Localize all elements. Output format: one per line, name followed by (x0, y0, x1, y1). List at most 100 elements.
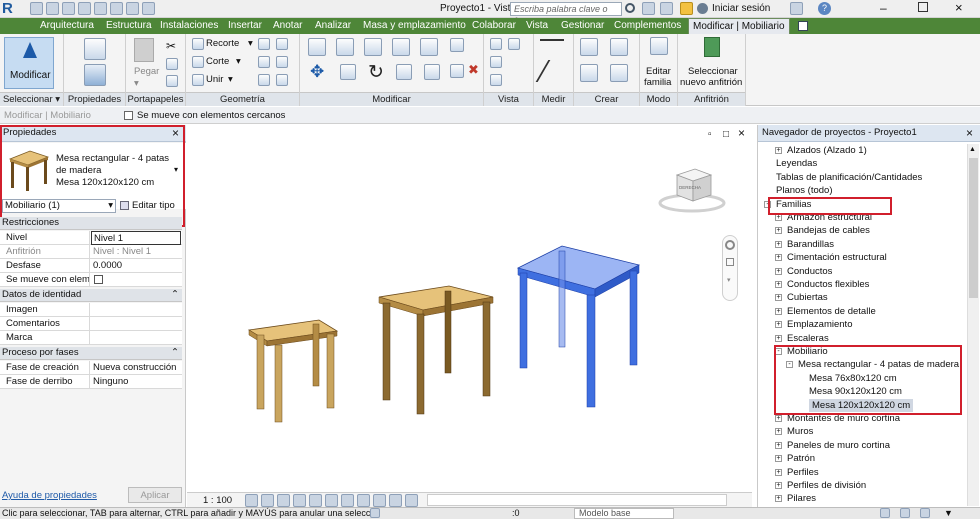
edit-family-label-2[interactable]: familia (644, 77, 671, 88)
browser-item[interactable]: Tablas de planificación/Cantidades (758, 171, 966, 184)
demolish-icon[interactable] (276, 74, 288, 86)
close-icon[interactable]: × (955, 0, 963, 15)
section-identidad[interactable]: Datos de identidad ⌃ (0, 289, 182, 302)
paste-icon[interactable] (134, 38, 154, 62)
type-properties-icon[interactable] (84, 64, 106, 86)
expand-icon[interactable]: + (775, 441, 782, 449)
search-icon[interactable] (625, 3, 635, 13)
design-option-select[interactable]: Modelo base (574, 508, 674, 519)
visual-style-icon[interactable] (261, 494, 274, 507)
table-medium[interactable] (378, 285, 494, 415)
pin-icon[interactable] (450, 38, 464, 52)
browser-item[interactable]: + Muros (758, 425, 966, 438)
3d-view-icon[interactable] (142, 2, 155, 15)
expand-icon[interactable]: + (775, 415, 782, 422)
linework-icon[interactable] (490, 56, 502, 68)
detail-level-icon[interactable] (245, 494, 258, 507)
browser-item[interactable]: + Paneles de muro cortina (758, 439, 966, 452)
properties-help-link[interactable]: Ayuda de propiedades (2, 490, 97, 501)
copy-element-icon[interactable] (340, 64, 356, 80)
move-with-nearby-checkbox[interactable] (124, 111, 133, 120)
browser-item[interactable]: + Cubiertas (758, 291, 966, 304)
edit-family-label-1[interactable]: Editar (646, 66, 671, 77)
app-menu-button[interactable]: R (2, 1, 24, 17)
tab-masa-emplazamiento[interactable]: Masa y emplazamiento (363, 18, 466, 34)
geometry-tool-3-icon[interactable] (258, 56, 270, 68)
minimize-icon[interactable]: – (880, 1, 887, 15)
browser-item[interactable]: + Cimentación estructural (758, 251, 966, 264)
tab-gestionar[interactable]: Gestionar (561, 18, 604, 34)
geometry-tool-1-icon[interactable] (258, 38, 270, 50)
prop-value-fase-derribo[interactable]: Ninguno (91, 375, 181, 389)
prop-value-imagen[interactable] (91, 303, 181, 317)
modify-button[interactable]: Modificar (4, 37, 54, 89)
delete-icon[interactable]: ✖ (468, 62, 479, 78)
prop-value-comentarios[interactable] (91, 317, 181, 331)
cut-geometry-icon[interactable] (192, 56, 204, 68)
expand-icon[interactable]: + (775, 428, 782, 436)
measure-icon[interactable] (110, 2, 123, 15)
geometry-tool-2-icon[interactable] (276, 38, 288, 50)
section-fases[interactable]: Proceso por fases ⌃ (0, 347, 182, 360)
scroll-thumb[interactable] (969, 158, 978, 298)
match-properties-icon[interactable] (166, 75, 178, 87)
select-pinned-icon[interactable] (900, 508, 910, 518)
prop-value-nivel[interactable]: Nivel 1 (91, 231, 181, 245)
tab-complementos[interactable]: Complementos (614, 18, 681, 34)
edit-family-icon[interactable] (650, 37, 668, 55)
tab-estructura[interactable]: Estructura (106, 18, 152, 34)
array-icon[interactable] (424, 64, 440, 80)
expand-icon[interactable]: + (775, 281, 782, 288)
scroll-up-icon[interactable]: ▲ (969, 146, 976, 153)
geometry-tool-5-icon[interactable] (258, 74, 270, 86)
view-3d[interactable]: ▫ □ × DERECHA ▾ 1: 100 (187, 125, 752, 509)
browser-item[interactable]: + Patrón (758, 452, 966, 465)
undo-icon[interactable] (62, 2, 75, 15)
show-crop-icon[interactable] (341, 494, 354, 507)
section-restricciones[interactable]: Restricciones (0, 217, 182, 230)
create-group-icon[interactable] (580, 64, 598, 82)
se-mueve-checkbox[interactable] (94, 275, 103, 284)
join-label[interactable]: Unir (206, 74, 223, 85)
cope-label[interactable]: Recorte (206, 38, 239, 49)
select-links-icon[interactable] (880, 508, 890, 518)
lock-3d-icon[interactable] (357, 494, 370, 507)
cope-icon[interactable] (192, 38, 204, 50)
search-input[interactable]: Escriba palabra clave o frase (510, 2, 622, 26)
panel-label-seleccionar[interactable]: Seleccionar ▾ (0, 92, 63, 106)
render-icon[interactable] (309, 494, 322, 507)
reveal-hidden-icon[interactable] (389, 494, 402, 507)
temp-hide-icon[interactable] (373, 494, 386, 507)
analytical-model-icon[interactable] (405, 494, 418, 507)
subscription-icon[interactable] (642, 2, 655, 15)
browser-item[interactable]: + Pilares (758, 492, 966, 505)
filter-icon[interactable]: ▼ (944, 508, 953, 519)
browser-item[interactable]: + Conductos (758, 265, 966, 278)
browser-close-icon[interactable]: × (966, 126, 973, 140)
browser-item[interactable]: + Barandillas (758, 238, 966, 251)
save-icon[interactable] (46, 2, 59, 15)
create-assembly-icon[interactable] (580, 38, 598, 56)
ribbon-toggle-icon[interactable] (798, 21, 808, 31)
tab-modificar-mobiliario[interactable]: Modificar | Mobiliario (688, 18, 790, 34)
pick-host-label-2[interactable]: nuevo anfitrión (680, 77, 742, 88)
cut-icon[interactable]: ✂ (166, 39, 176, 53)
maximize-icon[interactable] (918, 2, 928, 12)
hide-icon[interactable] (490, 38, 502, 50)
split-icon[interactable] (420, 38, 438, 56)
geometry-tool-4-icon[interactable] (276, 56, 288, 68)
cut-dropdown-icon[interactable]: ▾ (236, 56, 241, 67)
browser-item[interactable]: + Alzados (Alzado 1) (758, 144, 966, 157)
mirror-line-icon[interactable] (392, 38, 410, 56)
print-icon[interactable] (94, 2, 107, 15)
browser-item[interactable]: + Escaleras (758, 332, 966, 345)
cope-dropdown-icon[interactable]: ▾ (248, 38, 253, 49)
crop-icon[interactable] (325, 494, 338, 507)
expand-icon[interactable]: + (775, 334, 782, 342)
browser-item[interactable]: Planos (todo) (758, 184, 966, 197)
apply-button[interactable]: Aplicar (128, 487, 182, 503)
tab-arquitectura[interactable]: Arquitectura (40, 18, 94, 34)
browser-item[interactable]: + Conductos flexibles (758, 278, 966, 291)
cut-geometry-label[interactable]: Corte (206, 56, 229, 67)
prop-value-marca[interactable] (91, 331, 181, 345)
